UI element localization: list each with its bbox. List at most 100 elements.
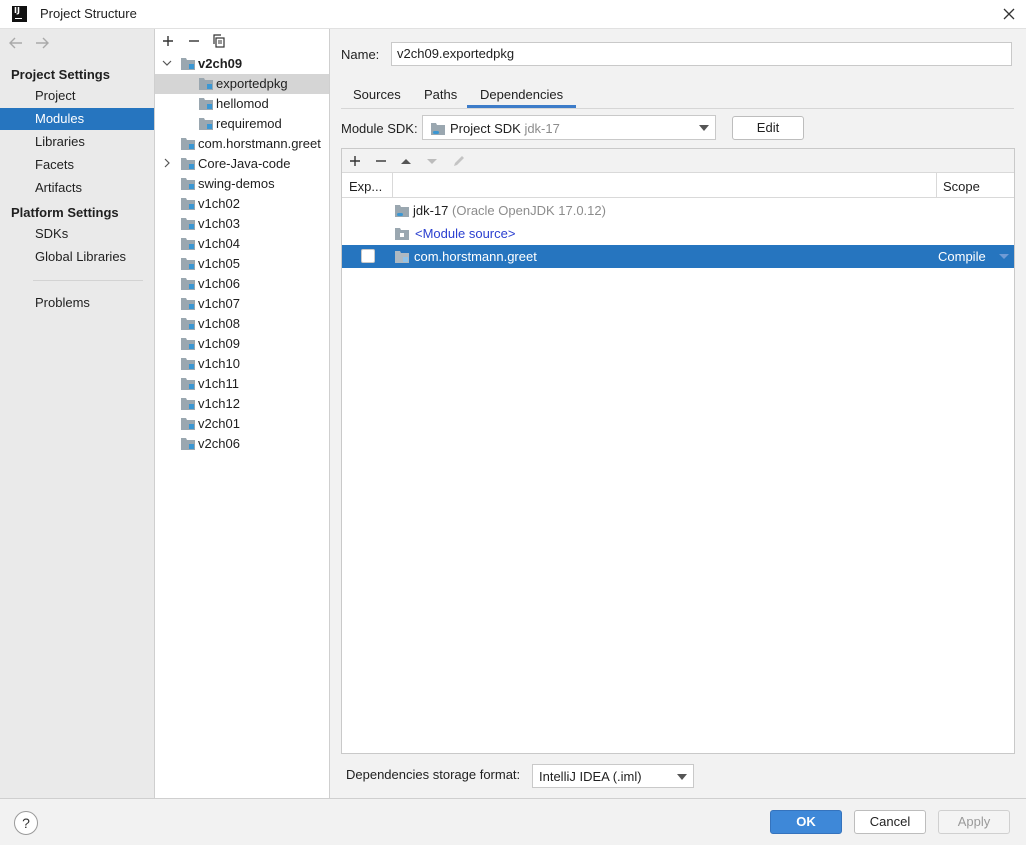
module-sdk-dropdown[interactable]: Project SDK jdk-17 xyxy=(422,115,716,140)
dependency-row-jdk[interactable]: jdk-17 (Oracle OpenJDK 17.0.12) xyxy=(342,199,1014,222)
tree-item-v1ch09[interactable]: v1ch09 xyxy=(155,334,329,354)
tree-item-v1ch04[interactable]: v1ch04 xyxy=(155,234,329,254)
dependency-name: <Module source> xyxy=(415,226,516,241)
tree-item-label: Core-Java-code xyxy=(198,156,291,171)
nav-item-modules[interactable]: Modules xyxy=(0,108,154,130)
tree-item-label: swing-demos xyxy=(198,176,275,191)
export-checkbox[interactable] xyxy=(361,249,375,263)
help-button[interactable]: ? xyxy=(14,811,38,835)
source-folder-icon xyxy=(395,228,409,240)
storage-format-dropdown[interactable]: IntelliJ IDEA (.iml) xyxy=(532,764,694,788)
intellij-logo-icon: IJ xyxy=(12,6,27,22)
module-sdk-label: Module SDK: xyxy=(341,121,418,136)
tree-item-com-horstmann-greet[interactable]: com.horstmann.greet xyxy=(155,134,329,154)
tree-item-v1ch12[interactable]: v1ch12 xyxy=(155,394,329,414)
tree-item-label: v1ch10 xyxy=(198,356,240,371)
edit-pencil-icon[interactable] xyxy=(451,153,467,169)
module-folder-icon xyxy=(181,338,195,350)
edit-sdk-button[interactable]: Edit xyxy=(732,116,804,140)
tree-item-v1ch08[interactable]: v1ch08 xyxy=(155,314,329,334)
chevron-down-icon[interactable] xyxy=(999,254,1009,259)
tree-item-v1ch11[interactable]: v1ch11 xyxy=(155,374,329,394)
tabs-divider xyxy=(341,108,1014,109)
sdk-value-version: jdk-17 xyxy=(524,121,560,136)
module-folder-icon xyxy=(181,258,195,270)
active-tab-indicator xyxy=(467,105,576,108)
remove-icon[interactable] xyxy=(186,33,202,49)
chevron-down-icon xyxy=(699,125,709,131)
nav-item-libraries[interactable]: Libraries xyxy=(0,131,154,153)
tree-item-label: v1ch08 xyxy=(198,316,240,331)
column-export[interactable]: Exp... xyxy=(349,179,382,194)
cancel-button[interactable]: Cancel xyxy=(854,810,926,834)
chevron-down-icon[interactable] xyxy=(162,58,172,68)
dependencies-toolbar xyxy=(342,149,1014,173)
nav-item-global-libraries[interactable]: Global Libraries xyxy=(0,246,154,268)
back-arrow-icon[interactable] xyxy=(7,34,25,52)
close-icon[interactable] xyxy=(1000,5,1018,23)
nav-section-project-settings: Project Settings xyxy=(11,67,110,82)
tree-item-exportedpkg[interactable]: exportedpkg xyxy=(155,74,329,94)
tree-item-v1ch05[interactable]: v1ch05 xyxy=(155,254,329,274)
sdk-value: Project SDK xyxy=(450,121,521,136)
module-folder-icon xyxy=(199,78,213,90)
tab-dependencies[interactable]: Dependencies xyxy=(480,87,563,102)
tree-item-v2ch01[interactable]: v2ch01 xyxy=(155,414,329,434)
scope-value[interactable]: Compile xyxy=(938,245,986,268)
tree-item-requiremod[interactable]: requiremod xyxy=(155,114,329,134)
tree-item-label: v2ch01 xyxy=(198,416,240,431)
tree-item-v1ch02[interactable]: v1ch02 xyxy=(155,194,329,214)
tree-item-v2ch09[interactable]: v2ch09 xyxy=(155,54,329,74)
apply-button[interactable]: Apply xyxy=(938,810,1010,834)
nav-item-artifacts[interactable]: Artifacts xyxy=(0,177,154,199)
tree-item-hellomod[interactable]: hellomod xyxy=(155,94,329,114)
tree-item-label: v1ch05 xyxy=(198,256,240,271)
nav-item-sdks[interactable]: SDKs xyxy=(0,223,154,245)
sdk-folder-icon xyxy=(395,205,409,217)
dependency-row-com-horstmann-greet[interactable]: com.horstmann.greet Compile xyxy=(342,245,1014,268)
tree-item-v1ch07[interactable]: v1ch07 xyxy=(155,294,329,314)
tab-paths[interactable]: Paths xyxy=(424,87,457,102)
nav-section-platform-settings: Platform Settings xyxy=(11,205,119,220)
tab-sources[interactable]: Sources xyxy=(353,87,401,102)
column-divider xyxy=(392,173,393,197)
add-icon[interactable] xyxy=(347,153,363,169)
tree-item-swing-demos[interactable]: swing-demos xyxy=(155,174,329,194)
add-icon[interactable] xyxy=(160,33,176,49)
module-folder-icon xyxy=(181,138,195,150)
column-scope[interactable]: Scope xyxy=(943,179,980,194)
tree-item-label: v1ch11 xyxy=(198,376,239,391)
nav-item-problems[interactable]: Problems xyxy=(0,292,154,314)
dependencies-table: Exp... Scope jdk-17 (Oracle OpenJDK 17.0… xyxy=(341,148,1015,754)
tree-item-v1ch03[interactable]: v1ch03 xyxy=(155,214,329,234)
module-name-input[interactable]: v2ch09.exportedpkg xyxy=(391,42,1012,66)
settings-nav: Project Settings Project Modules Librari… xyxy=(0,29,155,798)
nav-item-project[interactable]: Project xyxy=(0,85,154,107)
chevron-right-icon[interactable] xyxy=(162,158,172,168)
module-folder-icon xyxy=(181,438,195,450)
move-down-icon[interactable] xyxy=(424,153,440,169)
module-folder-icon xyxy=(181,278,195,290)
ok-button[interactable]: OK xyxy=(770,810,842,834)
nav-item-facets[interactable]: Facets xyxy=(0,154,154,176)
copy-icon[interactable] xyxy=(211,33,227,49)
tree-item-v1ch06[interactable]: v1ch06 xyxy=(155,274,329,294)
tree-item-label: v1ch12 xyxy=(198,396,240,411)
module-folder-icon xyxy=(181,158,195,170)
dependency-name: com.horstmann.greet xyxy=(414,249,537,264)
tree-item-label: com.horstmann.greet xyxy=(198,136,321,151)
module-folder-icon xyxy=(181,298,195,310)
move-up-icon[interactable] xyxy=(398,153,414,169)
remove-icon[interactable] xyxy=(373,153,389,169)
forward-arrow-icon[interactable] xyxy=(33,34,51,52)
tree-item-v2ch06[interactable]: v2ch06 xyxy=(155,434,329,454)
tree-item-v1ch10[interactable]: v1ch10 xyxy=(155,354,329,374)
dependency-name: jdk-17 xyxy=(413,203,449,218)
module-folder-icon xyxy=(181,198,195,210)
dependencies-header: Exp... Scope xyxy=(342,173,1014,198)
module-folder-icon xyxy=(181,398,195,410)
dependency-row-module-source[interactable]: <Module source> xyxy=(342,222,1014,245)
tree-item-core-java-code[interactable]: Core-Java-code xyxy=(155,154,329,174)
storage-format-label: Dependencies storage format: xyxy=(346,767,521,782)
module-folder-icon xyxy=(199,118,213,130)
